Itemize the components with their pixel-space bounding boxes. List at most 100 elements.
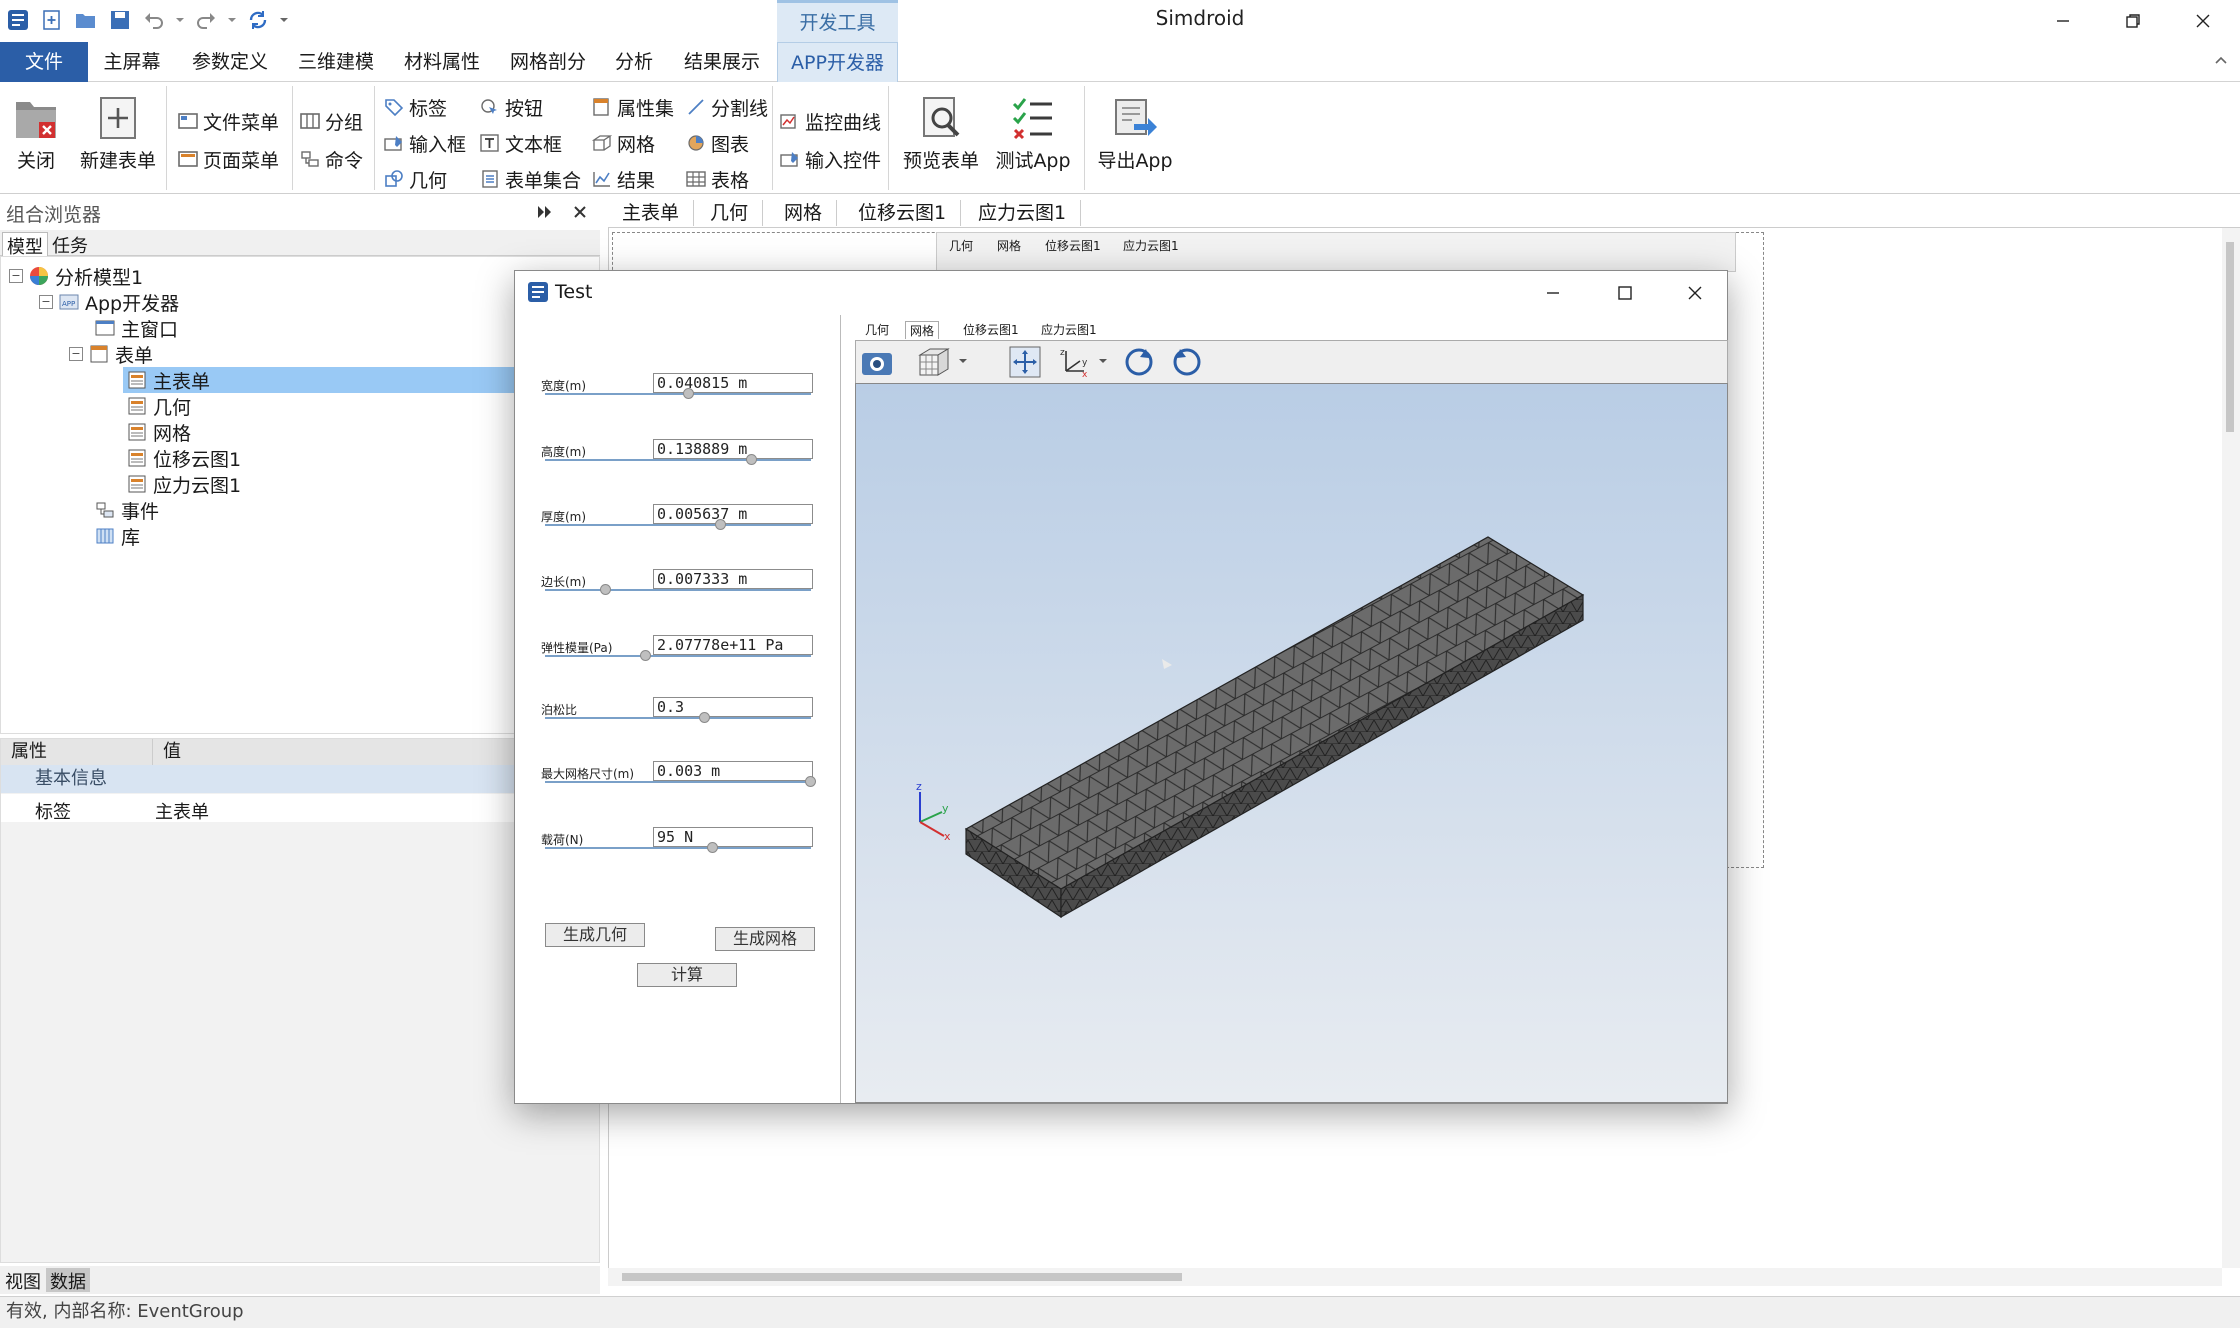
slider-knob[interactable] <box>706 842 718 853</box>
vertical-scroll-thumb[interactable] <box>2226 242 2234 432</box>
axis-orientation-icon[interactable]: z yx <box>1056 345 1090 379</box>
tree-node-library[interactable]: 库 <box>95 523 140 549</box>
slider-track[interactable] <box>545 589 811 591</box>
tree-node-form-mesh[interactable]: 网格 <box>127 419 191 445</box>
param-input-mesh-size[interactable]: 0.003 m <box>653 761 813 781</box>
export-app-button[interactable]: 导出App <box>1092 90 1178 173</box>
save-icon[interactable] <box>106 6 134 34</box>
dialog-maximize-button[interactable] <box>1617 285 1633 301</box>
axis-dropdown-icon[interactable] <box>1098 357 1108 365</box>
property-row[interactable]: 标签 主表单 <box>1 794 599 823</box>
horizontal-scroll-thumb[interactable] <box>622 1273 1182 1281</box>
editor-tab-main-form[interactable]: 主表单 <box>608 200 695 226</box>
minimize-button[interactable] <box>2028 0 2098 42</box>
tree-node-forms[interactable]: − 表单 <box>69 341 153 367</box>
slider-knob[interactable] <box>698 712 710 723</box>
menu-results[interactable]: 结果展示 <box>676 42 768 82</box>
param-input-edge-length[interactable]: 0.007333 m <box>653 569 813 589</box>
mesh-tool-button[interactable]: 网格 <box>592 128 655 158</box>
text-box-tool-button[interactable]: 文本框 <box>480 128 562 158</box>
view-tab-geometry[interactable]: 几何 <box>865 321 889 339</box>
form-set-tool-button[interactable]: 表单集合 <box>480 164 581 194</box>
button-tool-button[interactable]: 按钮 <box>480 92 543 122</box>
slider-knob[interactable] <box>640 650 652 661</box>
slider-track[interactable] <box>545 393 811 395</box>
attr-set-tool-button[interactable]: 属性集 <box>592 92 674 122</box>
rotate-right-icon[interactable] <box>1170 345 1204 379</box>
tree-node-events[interactable]: 事件 <box>95 497 159 523</box>
collapse-toggle-icon[interactable]: − <box>39 295 53 309</box>
customize-toolbar-icon[interactable] <box>278 6 290 34</box>
collapse-toggle-icon[interactable]: − <box>9 269 23 283</box>
param-input-poisson[interactable]: 0.3 <box>653 697 813 717</box>
menu-material[interactable]: 材料属性 <box>396 42 488 82</box>
param-input-modulus[interactable]: 2.07778e+11 Pa <box>653 635 813 655</box>
input-box-tool-button[interactable]: 输入框 <box>384 128 466 158</box>
tree-node-main-form[interactable]: 主表单 <box>127 367 210 393</box>
editor-tab-mesh[interactable]: 网格 <box>770 200 838 226</box>
input-control-button[interactable]: 输入控件 <box>780 144 881 174</box>
close-window-button[interactable] <box>2168 0 2238 42</box>
menu-mesh[interactable]: 网格剖分 <box>502 42 594 82</box>
new-form-button[interactable]: 新建表单 <box>80 90 156 173</box>
tab-view[interactable]: 视图 <box>2 1268 44 1293</box>
page-menu-button[interactable]: 页面菜单 <box>178 144 279 174</box>
new-file-icon[interactable] <box>38 6 66 34</box>
menu-app-developer[interactable]: APP开发器 <box>777 42 898 82</box>
menu-home[interactable]: 主屏幕 <box>94 42 170 82</box>
menu-3d-modeling[interactable]: 三维建模 <box>290 42 382 82</box>
display-mode-cube-icon[interactable] <box>916 345 952 379</box>
view-tab-displacement[interactable]: 位移云图1 <box>963 321 1019 339</box>
test-app-button[interactable]: 测试App <box>990 90 1076 173</box>
close-form-button[interactable]: 关闭 <box>6 90 66 173</box>
refresh-icon[interactable] <box>244 6 272 34</box>
param-input-height[interactable]: 0.138889 m <box>653 439 813 459</box>
view-tab-stress[interactable]: 应力云图1 <box>1041 321 1097 339</box>
tab-task[interactable]: 任务 <box>48 232 92 257</box>
editor-tab-stress[interactable]: 应力云图1 <box>964 200 1082 226</box>
collapse-toggle-icon[interactable]: − <box>69 347 83 361</box>
slider-knob[interactable] <box>714 519 726 530</box>
tree-node-form-displacement[interactable]: 位移云图1 <box>127 445 241 471</box>
slider-track[interactable] <box>545 847 811 849</box>
generate-geometry-button[interactable]: 生成几何 <box>545 923 645 947</box>
tree-node-analysis-model[interactable]: − 分析模型1 <box>9 263 143 289</box>
tab-data[interactable]: 数据 <box>46 1268 90 1293</box>
undo-dropdown-icon[interactable] <box>174 6 186 34</box>
tree-node-app-developer[interactable]: − APP App开发器 <box>39 289 179 315</box>
menu-file[interactable]: 文件 <box>0 42 88 82</box>
restore-button[interactable] <box>2098 0 2168 42</box>
display-mode-dropdown-icon[interactable] <box>958 357 968 365</box>
redo-dropdown-icon[interactable] <box>226 6 238 34</box>
label-tool-button[interactable]: 标签 <box>384 92 447 122</box>
chart-tool-button[interactable]: 图表 <box>686 128 749 158</box>
table-tool-button[interactable]: 表格 <box>686 164 749 194</box>
result-tool-button[interactable]: 结果 <box>592 164 655 194</box>
rotate-left-icon[interactable] <box>1122 345 1156 379</box>
slider-track[interactable] <box>545 781 811 783</box>
collapse-ribbon-icon[interactable] <box>2214 54 2228 66</box>
param-input-load[interactable]: 95 N <box>653 827 813 847</box>
slider-knob[interactable] <box>600 584 612 595</box>
tab-model[interactable]: 模型 <box>2 232 48 258</box>
monitor-curve-button[interactable]: 监控曲线 <box>780 106 881 136</box>
editor-tab-geometry[interactable]: 几何 <box>696 200 764 226</box>
group-button[interactable]: 分组 <box>300 106 363 136</box>
dialog-minimize-button[interactable] <box>1545 285 1561 301</box>
divider-tool-button[interactable]: 分割线 <box>686 92 768 122</box>
preview-form-button[interactable]: 预览表单 <box>898 90 984 173</box>
horizontal-scrollbar[interactable] <box>608 1268 2222 1286</box>
geometry-tool-button[interactable]: 几何 <box>384 164 447 194</box>
dialog-close-button[interactable] <box>1687 285 1703 301</box>
slider-knob[interactable] <box>746 454 758 465</box>
open-folder-icon[interactable] <box>72 6 100 34</box>
slider-knob[interactable] <box>805 776 816 787</box>
undo-icon[interactable] <box>140 6 168 34</box>
slider-track[interactable] <box>545 717 811 719</box>
fit-view-icon[interactable] <box>1008 345 1042 379</box>
file-menu-button[interactable]: 文件菜单 <box>178 106 279 136</box>
pin-panel-icon[interactable] <box>536 204 554 220</box>
slider-track[interactable] <box>545 524 811 526</box>
vertical-scrollbar[interactable] <box>2222 228 2240 1268</box>
compute-button[interactable]: 计算 <box>637 963 737 987</box>
